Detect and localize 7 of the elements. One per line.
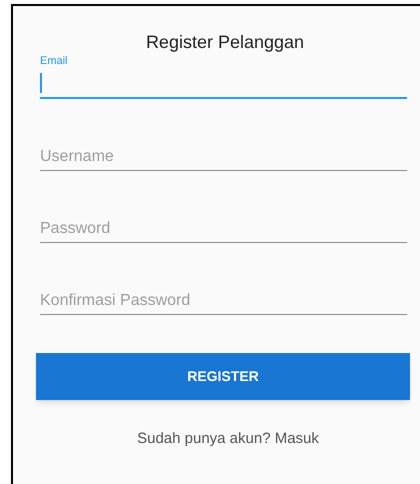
input-field[interactable]: Password: [40, 197, 407, 243]
input-field[interactable]: Konfirmasi Password: [40, 269, 407, 315]
register-button[interactable]: REGISTER: [36, 353, 410, 400]
login-link[interactable]: Sudah punya akun? Masuk: [115, 428, 319, 450]
page-title: Register Pelanggan: [144, 33, 306, 51]
input-field[interactable]: Email: [40, 53, 407, 99]
input-field[interactable]: Username: [40, 125, 407, 171]
